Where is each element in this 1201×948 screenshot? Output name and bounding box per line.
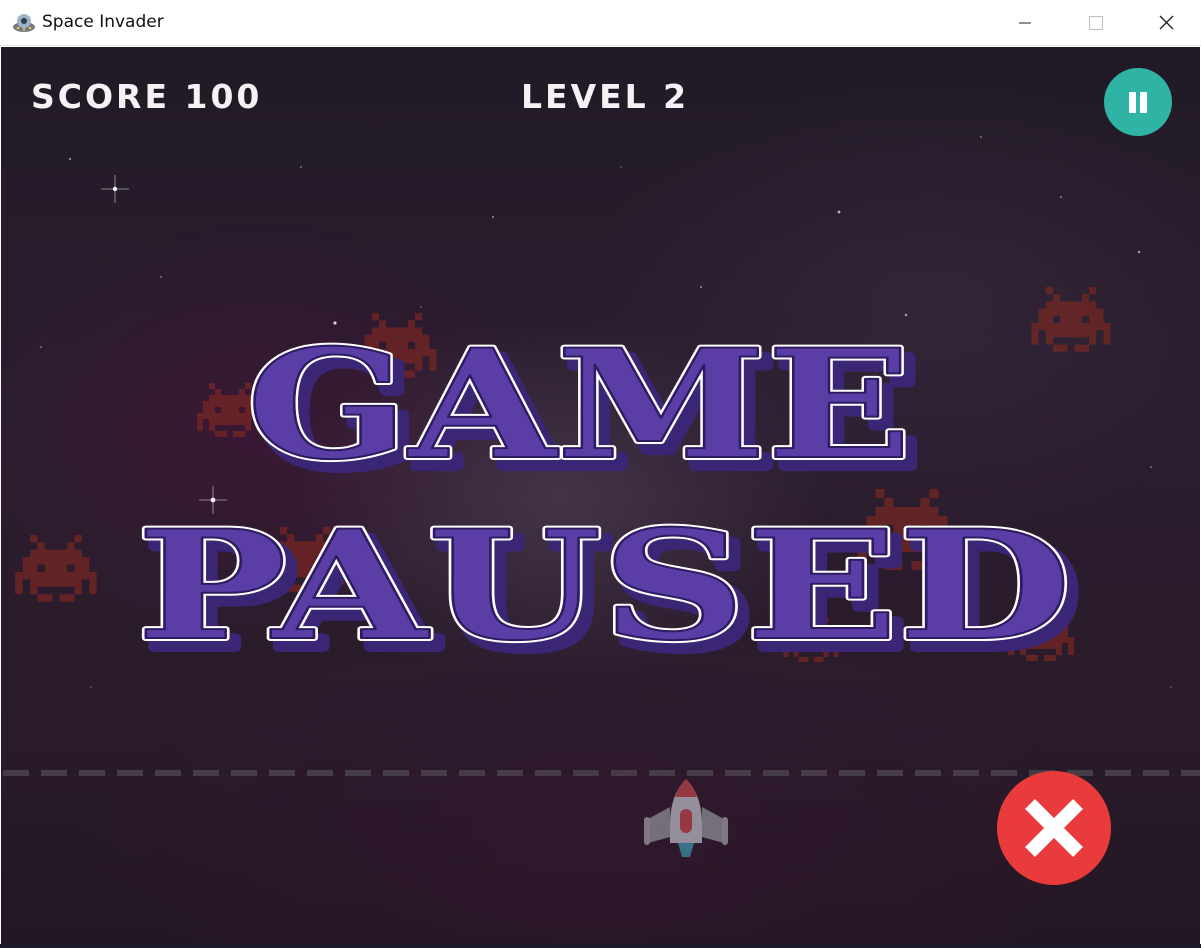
paused-word-inner: PAUSED: [137, 498, 1072, 674]
quit-game-button[interactable]: [997, 771, 1111, 885]
game-word-inner: GAME: [247, 317, 912, 493]
ufo-icon: [12, 11, 36, 35]
maximize-icon: [1089, 16, 1103, 30]
taskbar-edge: [0, 944, 1201, 948]
window-titlebar: Space Invader: [0, 0, 1201, 46]
window-close-button[interactable]: [1131, 0, 1201, 46]
minimize-button[interactable]: [991, 0, 1061, 46]
game-canvas[interactable]: SCORE 100 LEVEL 2 GAME GAME GAME PAUSED …: [1, 47, 1200, 945]
close-icon: [1159, 15, 1174, 30]
window-title: Space Invader: [42, 12, 164, 32]
maximize-button[interactable]: [1061, 0, 1131, 46]
minimize-icon: [1019, 22, 1031, 24]
close-x-icon: [1025, 799, 1083, 857]
